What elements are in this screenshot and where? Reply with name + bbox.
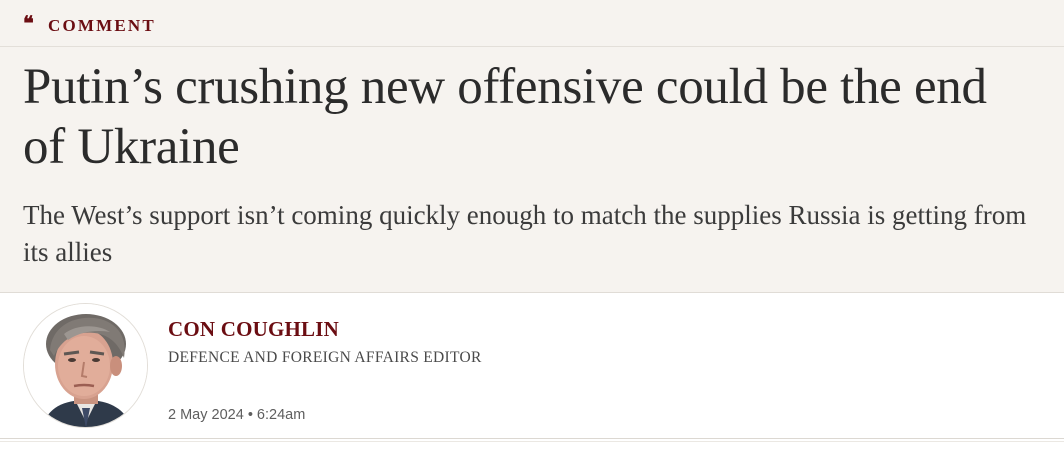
article-header: ❝ COMMENT Putin’s crushing new offensive… xyxy=(0,0,1064,293)
author-photo xyxy=(24,304,147,427)
author-name-link[interactable]: CON COUGHLIN xyxy=(168,316,339,342)
author-role: DEFENCE AND FOREIGN AFFAIRS EDITOR xyxy=(168,349,482,366)
quote-mark-icon: ❝ xyxy=(23,11,34,35)
publish-time: 6:24am xyxy=(256,407,306,423)
date-separator: • xyxy=(247,407,253,423)
article-standfirst: The West’s support isn’t coming quickly … xyxy=(23,200,1027,267)
divider-secondary xyxy=(0,441,1064,442)
divider xyxy=(0,438,1064,439)
article-headline: Putin’s crushing new offensive could be … xyxy=(23,59,987,175)
section-bar: ❝ COMMENT xyxy=(0,0,1064,47)
publish-date: 2 May 2024 xyxy=(168,407,244,423)
publish-dateline: 2 May 2024 • 6:24am xyxy=(168,406,305,424)
author-avatar[interactable] xyxy=(23,303,148,428)
section-label[interactable]: COMMENT xyxy=(48,16,156,36)
